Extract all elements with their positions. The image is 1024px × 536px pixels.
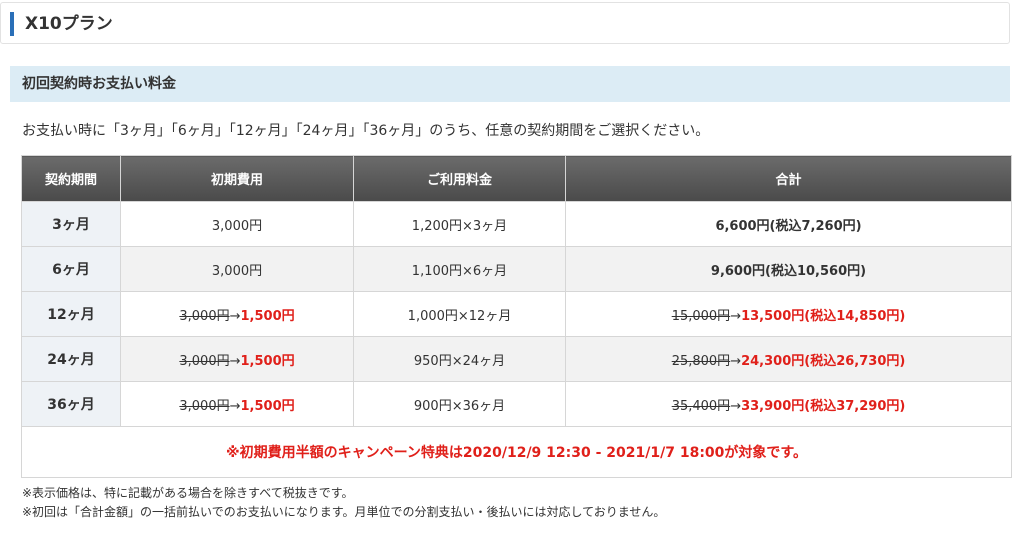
row-initial-fee: 3,000円→1,500円 xyxy=(120,291,354,337)
page: X10プラン 初回契約時お支払い料金 お支払い時に「3ヶ月」「6ヶ月」「12ヶ月… xyxy=(0,0,1024,536)
plan-title: X10プラン xyxy=(25,14,113,34)
discounted-total: 33,900円(税込37,290円) xyxy=(741,398,906,414)
table-row: 24ヶ月 3,000円→1,500円 950円×24ヶ月 25,800円→24,… xyxy=(21,336,1012,382)
discounted-price: 1,500円 xyxy=(240,308,295,324)
campaign-notice: ※初期費用半額のキャンペーン特典は2020/12/9 12:30 - 2021/… xyxy=(21,426,1012,478)
section-header: 初回契約時お支払い料金 xyxy=(10,66,1010,102)
discounted-total: 13,500円(税込14,850円) xyxy=(741,308,906,324)
table-row: 36ヶ月 3,000円→1,500円 900円×36ヶ月 35,400円→33,… xyxy=(21,381,1012,427)
original-price: 3,000円 xyxy=(179,398,230,414)
header-usage-fee: ご利用料金 xyxy=(353,155,566,202)
row-total: 6,600円(税込7,260円) xyxy=(565,201,1012,247)
row-total: 9,600円(税込10,560円) xyxy=(565,246,1012,292)
row-total: 35,400円→33,900円(税込37,290円) xyxy=(565,381,1012,427)
arrow: → xyxy=(730,398,742,414)
row-period: 3ヶ月 xyxy=(21,201,121,247)
original-price: 3,000円 xyxy=(179,308,230,324)
row-initial-fee: 3,000円→1,500円 xyxy=(120,381,354,427)
discounted-total: 24,300円(税込26,730円) xyxy=(741,353,906,369)
footnotes: ※表示価格は、特に記載がある場合を除きすべて税抜きです。 ※初回は「合計金額」の… xyxy=(22,484,665,522)
row-initial-fee: 3,000円 xyxy=(120,201,354,247)
row-initial-fee: 3,000円 xyxy=(120,246,354,292)
row-total: 25,800円→24,300円(税込26,730円) xyxy=(565,336,1012,382)
original-total: 15,000円 xyxy=(671,308,731,324)
row-period: 12ヶ月 xyxy=(21,291,121,337)
arrow: → xyxy=(229,308,241,324)
row-usage-fee: 900円×36ヶ月 xyxy=(353,381,566,427)
campaign-row: ※初期費用半額のキャンペーン特典は2020/12/9 12:30 - 2021/… xyxy=(21,426,1012,478)
header-period: 契約期間 xyxy=(21,155,121,202)
intro-text: お支払い時に「3ヶ月」「6ヶ月」「12ヶ月」「24ヶ月」「36ヶ月」のうち、任意… xyxy=(22,123,710,139)
footnote-payment: ※初回は「合計金額」の一括前払いでのお支払いになります。月単位での分割支払い・後… xyxy=(22,505,666,519)
row-period: 24ヶ月 xyxy=(21,336,121,382)
arrow: → xyxy=(730,353,742,369)
arrow: → xyxy=(730,308,742,324)
footnote-tax: ※表示価格は、特に記載がある場合を除きすべて税抜きです。 xyxy=(22,486,354,500)
discounted-price: 1,500円 xyxy=(240,353,295,369)
row-usage-fee: 1,200円×3ヶ月 xyxy=(353,201,566,247)
table-row: 12ヶ月 3,000円→1,500円 1,000円×12ヶ月 15,000円→1… xyxy=(21,291,1012,337)
row-usage-fee: 950円×24ヶ月 xyxy=(353,336,566,382)
arrow: → xyxy=(229,353,241,369)
header-initial-fee: 初期費用 xyxy=(120,155,354,202)
row-period: 36ヶ月 xyxy=(21,381,121,427)
row-usage-fee: 1,100円×6ヶ月 xyxy=(353,246,566,292)
original-price: 3,000円 xyxy=(179,353,230,369)
arrow: → xyxy=(229,398,241,414)
accent-bar xyxy=(10,12,14,36)
row-initial-fee: 3,000円→1,500円 xyxy=(120,336,354,382)
discounted-price: 1,500円 xyxy=(240,398,295,414)
table-row: 6ヶ月 3,000円 1,100円×6ヶ月 9,600円(税込10,560円) xyxy=(21,246,1012,292)
row-period: 6ヶ月 xyxy=(21,246,121,292)
original-total: 35,400円 xyxy=(671,398,731,414)
plan-header: X10プラン xyxy=(0,2,1010,44)
table-header-row: 契約期間 初期費用 ご利用料金 合計 xyxy=(21,155,1012,202)
original-total: 25,800円 xyxy=(671,353,731,369)
header-total: 合計 xyxy=(565,155,1012,202)
row-usage-fee: 1,000円×12ヶ月 xyxy=(353,291,566,337)
row-total: 15,000円→13,500円(税込14,850円) xyxy=(565,291,1012,337)
section-title: 初回契約時お支払い料金 xyxy=(22,76,176,92)
table-row: 3ヶ月 3,000円 1,200円×3ヶ月 6,600円(税込7,260円) xyxy=(21,201,1012,247)
pricing-table: 契約期間 初期費用 ご利用料金 合計 3ヶ月 3,000円 1,200円×3ヶ月… xyxy=(21,155,1012,478)
